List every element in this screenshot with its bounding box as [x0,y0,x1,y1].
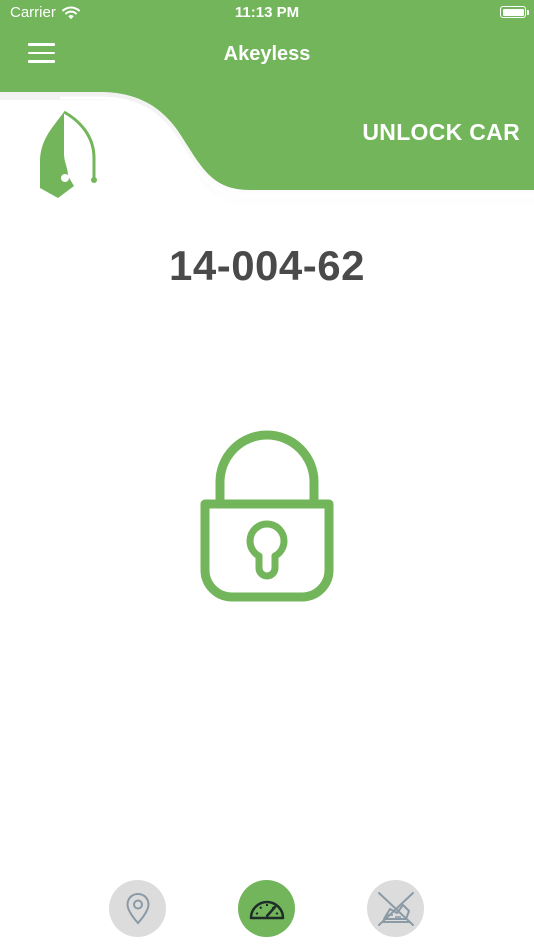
lock-icon[interactable] [196,430,338,606]
battery-icon [500,6,529,18]
engine-block-nav-button[interactable] [367,880,424,937]
page-action-title: UNLOCK CAR [362,119,520,145]
location-pin-icon [125,892,150,924]
battery-level [502,8,524,16]
app-title: Akeyless [223,43,311,65]
app-screen: Carrier 11:13 PM Akeyless UNLOCK CAR 14-… [0,0,534,950]
location-nav-button[interactable] [109,880,166,937]
bottom-navigation [0,880,534,940]
akeyless-logo-icon [40,110,97,198]
speedometer-nav-button[interactable] [238,880,295,937]
status-time: 11:13 PM [234,4,300,21]
speedometer-icon [249,900,284,919]
license-plate-number: 14-004-62 [169,242,365,289]
status-bar: Carrier 11:13 PM [0,0,534,28]
engine-blocked-icon [377,891,414,926]
